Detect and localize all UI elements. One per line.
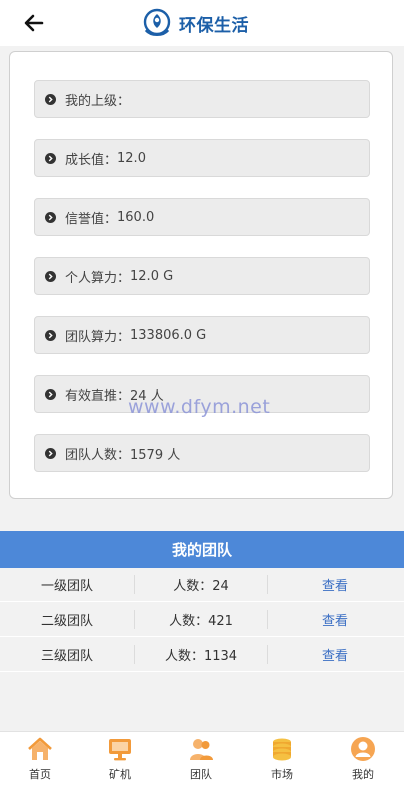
- nav-item-home[interactable]: 首页: [10, 736, 70, 786]
- team-row: 三级团队 人数：1134 查看: [0, 638, 404, 672]
- info-label: 信誉值：: [65, 211, 118, 227]
- info-label: 团队人数：: [65, 447, 131, 463]
- team-row: 二级团队 人数：421 查看: [0, 603, 404, 637]
- monitor-icon: [109, 739, 131, 761]
- team-count: 人数：421: [134, 610, 268, 629]
- chevron-circle-icon: [45, 447, 56, 459]
- nav-item-market[interactable]: 市场: [252, 736, 312, 786]
- arrow-left-icon: [24, 14, 44, 32]
- info-label: 有效直推：: [65, 388, 131, 404]
- info-item-credit: 信誉值： 160.0: [34, 198, 370, 236]
- info-item-superior: 我的上级：: [34, 80, 370, 118]
- chevron-circle-icon: [45, 388, 56, 400]
- team-level: 一级团队: [40, 579, 93, 594]
- view-team-link[interactable]: 查看: [268, 610, 402, 629]
- nav-label: 团队: [190, 768, 212, 781]
- team-count: 人数：24: [134, 575, 268, 594]
- info-item-growth: 成长值： 12.0: [34, 139, 370, 177]
- chevron-circle-icon: [45, 211, 56, 223]
- chevron-circle-icon: [45, 93, 56, 105]
- info-item-personal-power: 个人算力： 12.0 G: [34, 257, 370, 295]
- info-label: 成长值：: [65, 152, 118, 168]
- info-item-team-size: 团队人数： 1579 人: [34, 434, 370, 472]
- info-value: 24 人: [130, 388, 164, 404]
- info-value: 12.0: [117, 150, 146, 166]
- coins-icon: [273, 738, 291, 761]
- info-label: 我的上级：: [65, 93, 131, 109]
- back-button[interactable]: [22, 12, 46, 34]
- app-title: 环保生活: [179, 15, 249, 36]
- nav-item-mine[interactable]: 我的: [333, 736, 393, 786]
- info-value: 1579 人: [130, 447, 181, 463]
- info-item-direct-referrals: 有效直推： 24 人: [34, 375, 370, 413]
- info-item-team-power: 团队算力： 133806.0 G: [34, 316, 370, 354]
- team-count: 人数：1134: [134, 645, 268, 664]
- nav-label: 首页: [29, 768, 51, 781]
- info-label: 团队算力：: [65, 329, 131, 345]
- chevron-circle-icon: [45, 152, 56, 164]
- team-section-title: 我的团队: [0, 531, 404, 568]
- bottom-nav: 首页 矿机 团队 市场 我的: [0, 731, 404, 788]
- info-label: 个人算力：: [65, 270, 131, 286]
- eco-logo-icon: [143, 8, 171, 36]
- team-icon: [190, 739, 213, 760]
- home-icon: [28, 737, 52, 760]
- app-header: 环保生活: [0, 0, 404, 46]
- user-icon: [351, 737, 375, 761]
- chevron-circle-icon: [45, 329, 56, 341]
- info-value: 133806.0 G: [130, 327, 207, 343]
- chevron-circle-icon: [45, 270, 56, 282]
- nav-item-miner[interactable]: 矿机: [90, 736, 150, 786]
- view-team-link[interactable]: 查看: [268, 575, 402, 594]
- nav-label: 我的: [352, 768, 374, 781]
- info-value: 160.0: [117, 209, 155, 225]
- nav-label: 矿机: [109, 768, 131, 781]
- nav-item-team[interactable]: 团队: [171, 736, 231, 786]
- info-value: 12.0 G: [130, 268, 174, 284]
- team-level: 二级团队: [40, 614, 93, 629]
- profile-info-card: 我的上级： 成长值： 12.0 信誉值： 160.0 个人算力： 12.0 G …: [9, 51, 393, 499]
- nav-label: 市场: [271, 768, 293, 781]
- team-level: 三级团队: [40, 649, 93, 664]
- team-row: 一级团队 人数：24 查看: [0, 568, 404, 602]
- view-team-link[interactable]: 查看: [268, 645, 402, 664]
- brand: 环保生活: [141, 8, 249, 38]
